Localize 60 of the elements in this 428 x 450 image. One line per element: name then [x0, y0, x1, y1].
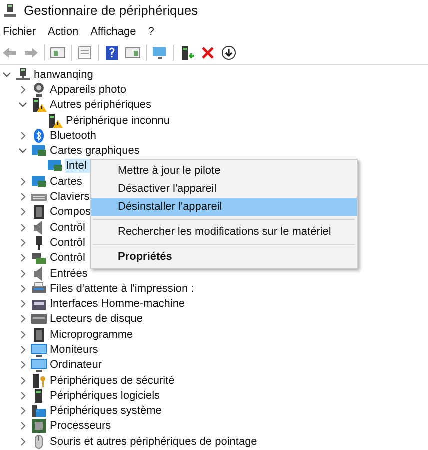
- tree-item[interactable]: Périphérique inconnu: [65, 114, 171, 128]
- tree-item[interactable]: Périphériques système: [49, 404, 163, 418]
- tree-item[interactable]: Files d'attente à l'impression :: [49, 282, 196, 296]
- chevron-down-icon[interactable]: [19, 101, 27, 110]
- chip-icon: [31, 326, 47, 343]
- properties-icon[interactable]: [77, 44, 93, 60]
- computer-icon: [15, 66, 31, 83]
- tree-item[interactable]: Souris et autres périphériques de pointage: [49, 434, 258, 449]
- help-icon[interactable]: [104, 44, 120, 60]
- context-menu-item[interactable]: Propriétés: [91, 248, 357, 266]
- tree-item[interactable]: Autres périphériques: [49, 98, 153, 112]
- add-device-icon[interactable]: [179, 44, 195, 60]
- tree-item[interactable]: Cartes: [49, 174, 84, 189]
- chevron-down-icon[interactable]: [19, 147, 27, 156]
- menu-item[interactable]: Fichier: [0, 23, 42, 41]
- processor-icon: [31, 418, 47, 434]
- tree-item[interactable]: Processeurs: [49, 419, 112, 434]
- webcam-icon: [31, 82, 47, 98]
- menu-item[interactable]: Action: [42, 23, 85, 41]
- tree-item[interactable]: Cartes graphiques: [49, 144, 141, 158]
- tree-item[interactable]: Périphériques de sécurité: [49, 374, 176, 388]
- tree-item[interactable]: Lecteurs de disque: [49, 312, 144, 326]
- tree-item[interactable]: Ordinateur: [49, 358, 103, 372]
- monitor-icon: [31, 342, 47, 358]
- warning-device-icon: [31, 97, 47, 114]
- tree-item[interactable]: Bluetooth: [49, 128, 98, 143]
- window-title: Gestionnaire de périphériques: [24, 2, 198, 20]
- system-device-icon: [31, 403, 47, 420]
- close-icon[interactable]: [200, 44, 216, 60]
- context-menu-item[interactable]: Rechercher les modifications sur le matériel: [91, 223, 357, 241]
- tree-item[interactable]: Entrées: [49, 266, 89, 280]
- bluetooth-icon: [31, 128, 47, 144]
- chevron-down-icon[interactable]: [3, 70, 11, 79]
- chevron-right-icon[interactable]: [19, 86, 27, 94]
- context-menu-item[interactable]: Désactiver l'appareil: [91, 180, 357, 198]
- tree-item[interactable]: Contrôl: [49, 220, 86, 235]
- tree-item[interactable]: Compos: [49, 205, 92, 220]
- panel-icon[interactable]: [125, 44, 141, 60]
- key-device-icon: [31, 372, 47, 389]
- menu-item[interactable]: Affichage: [84, 23, 142, 41]
- monitor-icon: [31, 357, 47, 374]
- tree-item[interactable]: hanwanqing: [33, 68, 94, 82]
- menu-item[interactable]: ?: [142, 23, 160, 41]
- panel-icon[interactable]: [50, 44, 66, 60]
- tree-item[interactable]: Microprogramme: [49, 328, 134, 342]
- device-manager-icon: [4, 4, 16, 18]
- tree-item[interactable]: Périphériques logiciels: [49, 388, 162, 403]
- tree-item[interactable]: Moniteurs: [49, 342, 100, 357]
- tree-item[interactable]: Claviers: [49, 190, 91, 204]
- context-menu-item[interactable]: Mettre à jour le pilote: [91, 162, 357, 180]
- tree-item[interactable]: Contrôl: [49, 236, 86, 250]
- download-icon[interactable]: [221, 44, 237, 60]
- tree-item[interactable]: Appareils photo: [49, 82, 128, 97]
- chip-icon: [31, 204, 47, 220]
- tree-item[interactable]: Interfaces Homme-machine: [49, 297, 186, 312]
- context-menu-item[interactable]: Désinstaller l'appareil: [91, 198, 357, 216]
- warning-device-icon: [47, 112, 63, 129]
- network-icon: [31, 174, 47, 190]
- tree-item[interactable]: Contrôl: [49, 251, 86, 266]
- chevron-right-icon[interactable]: [19, 132, 27, 140]
